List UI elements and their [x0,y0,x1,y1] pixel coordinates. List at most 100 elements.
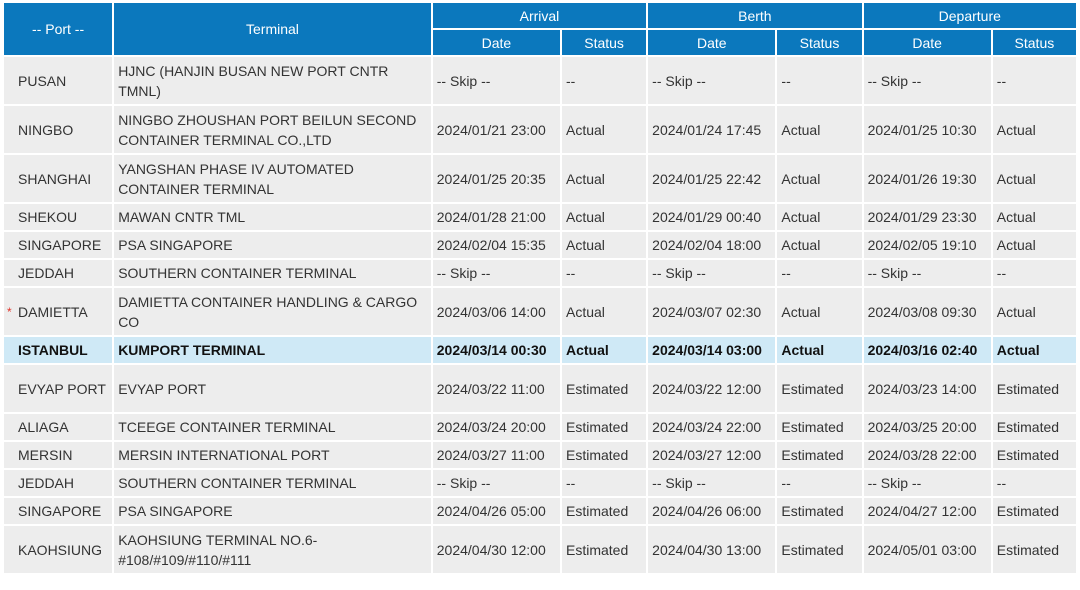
terminal-name: PSA SINGAPORE [114,232,431,258]
arrival-status: Actual [562,337,647,363]
terminal-name: DAMIETTA CONTAINER HANDLING & CARGO CO [114,288,431,335]
berth-date: 2024/03/07 02:30 [648,288,776,335]
table-body: PUSAN HJNC (HANJIN BUSAN NEW PORT CNTR T… [4,57,1076,573]
berth-date: 2024/03/24 22:00 [648,414,776,440]
berth-status: Actual [777,337,862,363]
departure-status: Estimated [992,414,1076,440]
arrival-date: -- Skip -- [432,470,560,496]
berth-date: 2024/01/24 17:45 [648,106,776,153]
departure-status: Estimated [992,526,1076,573]
berth-status: Actual [777,155,862,202]
departure-status: Actual [992,232,1076,258]
departure-status: Actual [992,106,1076,153]
port-cell: KAOHSIUNG [4,526,113,573]
port-name: DAMIETTA [18,303,88,320]
berth-status: Estimated [777,442,862,468]
table-row: SHANGHAI YANGSHAN PHASE IV AUTOMATED CON… [4,155,1076,202]
port-schedule-table: -- Port -- Terminal Arrival Berth Depart… [2,1,1078,575]
port-cell: ISTANBUL [4,337,113,363]
table-row: SINGAPORE PSA SINGAPORE 2024/02/04 15:35… [4,232,1076,258]
arrival-status: Estimated [562,526,647,573]
header-arrival-status: Status [562,30,647,55]
table-row: PUSAN HJNC (HANJIN BUSAN NEW PORT CNTR T… [4,57,1076,104]
port-name: EVYAP PORT [18,380,106,397]
terminal-name: KAOHSIUNG TERMINAL NO.6-#108/#109/#110/#… [114,526,431,573]
departure-date: 2024/03/16 02:40 [863,337,991,363]
arrival-date: 2024/01/28 21:00 [432,204,560,230]
arrival-date: 2024/02/04 15:35 [432,232,560,258]
terminal-name: TCEEGE CONTAINER TERMINAL [114,414,431,440]
port-cell: MERSIN [4,442,113,468]
departure-date: -- Skip -- [863,57,991,104]
departure-date: 2024/01/29 23:30 [863,204,991,230]
arrival-date: 2024/01/21 23:00 [432,106,560,153]
port-name: ALIAGA [18,419,69,435]
table-row: SINGAPORE PSA SINGAPORE 2024/04/26 05:00… [4,498,1076,524]
berth-status: Actual [777,232,862,258]
port-name: MERSIN [18,447,73,463]
arrival-status: Actual [562,106,647,153]
header-berth-status: Status [777,30,862,55]
berth-date: 2024/01/25 22:42 [648,155,776,202]
arrival-status: Estimated [562,365,647,412]
port-cell: PUSAN [4,57,113,104]
departure-date: 2024/03/08 09:30 [863,288,991,335]
arrival-date: 2024/03/06 14:00 [432,288,560,335]
header-arrival-date: Date [432,30,560,55]
port-cell: JEDDAH [4,470,113,496]
berth-date: -- Skip -- [648,470,776,496]
arrival-status: Actual [562,232,647,258]
berth-date: -- Skip -- [648,57,776,104]
table-row: EVYAP PORT EVYAP PORT 2024/03/22 11:00 E… [4,365,1076,412]
berth-date: 2024/04/30 13:00 [648,526,776,573]
port-cell: EVYAP PORT [4,365,113,412]
departure-date: 2024/03/25 20:00 [863,414,991,440]
terminal-name: SOUTHERN CONTAINER TERMINAL [114,260,431,286]
port-cell: SHEKOU [4,204,113,230]
arrival-status: Estimated [562,498,647,524]
table-row: ALIAGA TCEEGE CONTAINER TERMINAL 2024/03… [4,414,1076,440]
departure-status: -- [992,260,1076,286]
arrival-status: Actual [562,288,647,335]
port-name: JEDDAH [18,475,75,491]
arrival-date: 2024/03/22 11:00 [432,365,560,412]
departure-status: Actual [992,204,1076,230]
arrival-date: 2024/03/24 20:00 [432,414,560,440]
arrival-date: 2024/04/30 12:00 [432,526,560,573]
table-row: SHEKOU MAWAN CNTR TML 2024/01/28 21:00 A… [4,204,1076,230]
port-name: JEDDAH [18,265,75,281]
header-departure-date: Date [863,30,991,55]
header-berth-date: Date [648,30,776,55]
departure-date: 2024/03/28 22:00 [863,442,991,468]
header-arrival: Arrival [432,3,647,28]
departure-status: Estimated [992,442,1076,468]
table-row: JEDDAH SOUTHERN CONTAINER TERMINAL -- Sk… [4,260,1076,286]
port-name: SHANGHAI [18,170,92,187]
departure-date: -- Skip -- [863,470,991,496]
berth-status: Estimated [777,365,862,412]
berth-date: 2024/03/14 03:00 [648,337,776,363]
port-name: PUSAN [18,72,67,89]
departure-status: Estimated [992,498,1076,524]
port-name: ISTANBUL [18,342,88,358]
terminal-name: MERSIN INTERNATIONAL PORT [114,442,431,468]
terminal-name: YANGSHAN PHASE IV AUTOMATED CONTAINER TE… [114,155,431,202]
header-group-row: -- Port -- Terminal Arrival Berth Depart… [4,3,1076,55]
arrival-date: 2024/04/26 05:00 [432,498,560,524]
port-cell: ALIAGA [4,414,113,440]
departure-date: 2024/01/25 10:30 [863,106,991,153]
port-cell: NINGBO [4,106,113,153]
arrival-date: 2024/03/27 11:00 [432,442,560,468]
table-row: KAOHSIUNG KAOHSIUNG TERMINAL NO.6-#108/#… [4,526,1076,573]
berth-date: 2024/01/29 00:40 [648,204,776,230]
departure-date: 2024/05/01 03:00 [863,526,991,573]
departure-date: 2024/01/26 19:30 [863,155,991,202]
departure-date: 2024/04/27 12:00 [863,498,991,524]
arrival-date: -- Skip -- [432,57,560,104]
departure-date: -- Skip -- [863,260,991,286]
port-name: NINGBO [18,121,74,138]
arrival-status: Actual [562,204,647,230]
departure-status: -- [992,57,1076,104]
arrival-status: Estimated [562,414,647,440]
arrival-date: -- Skip -- [432,260,560,286]
